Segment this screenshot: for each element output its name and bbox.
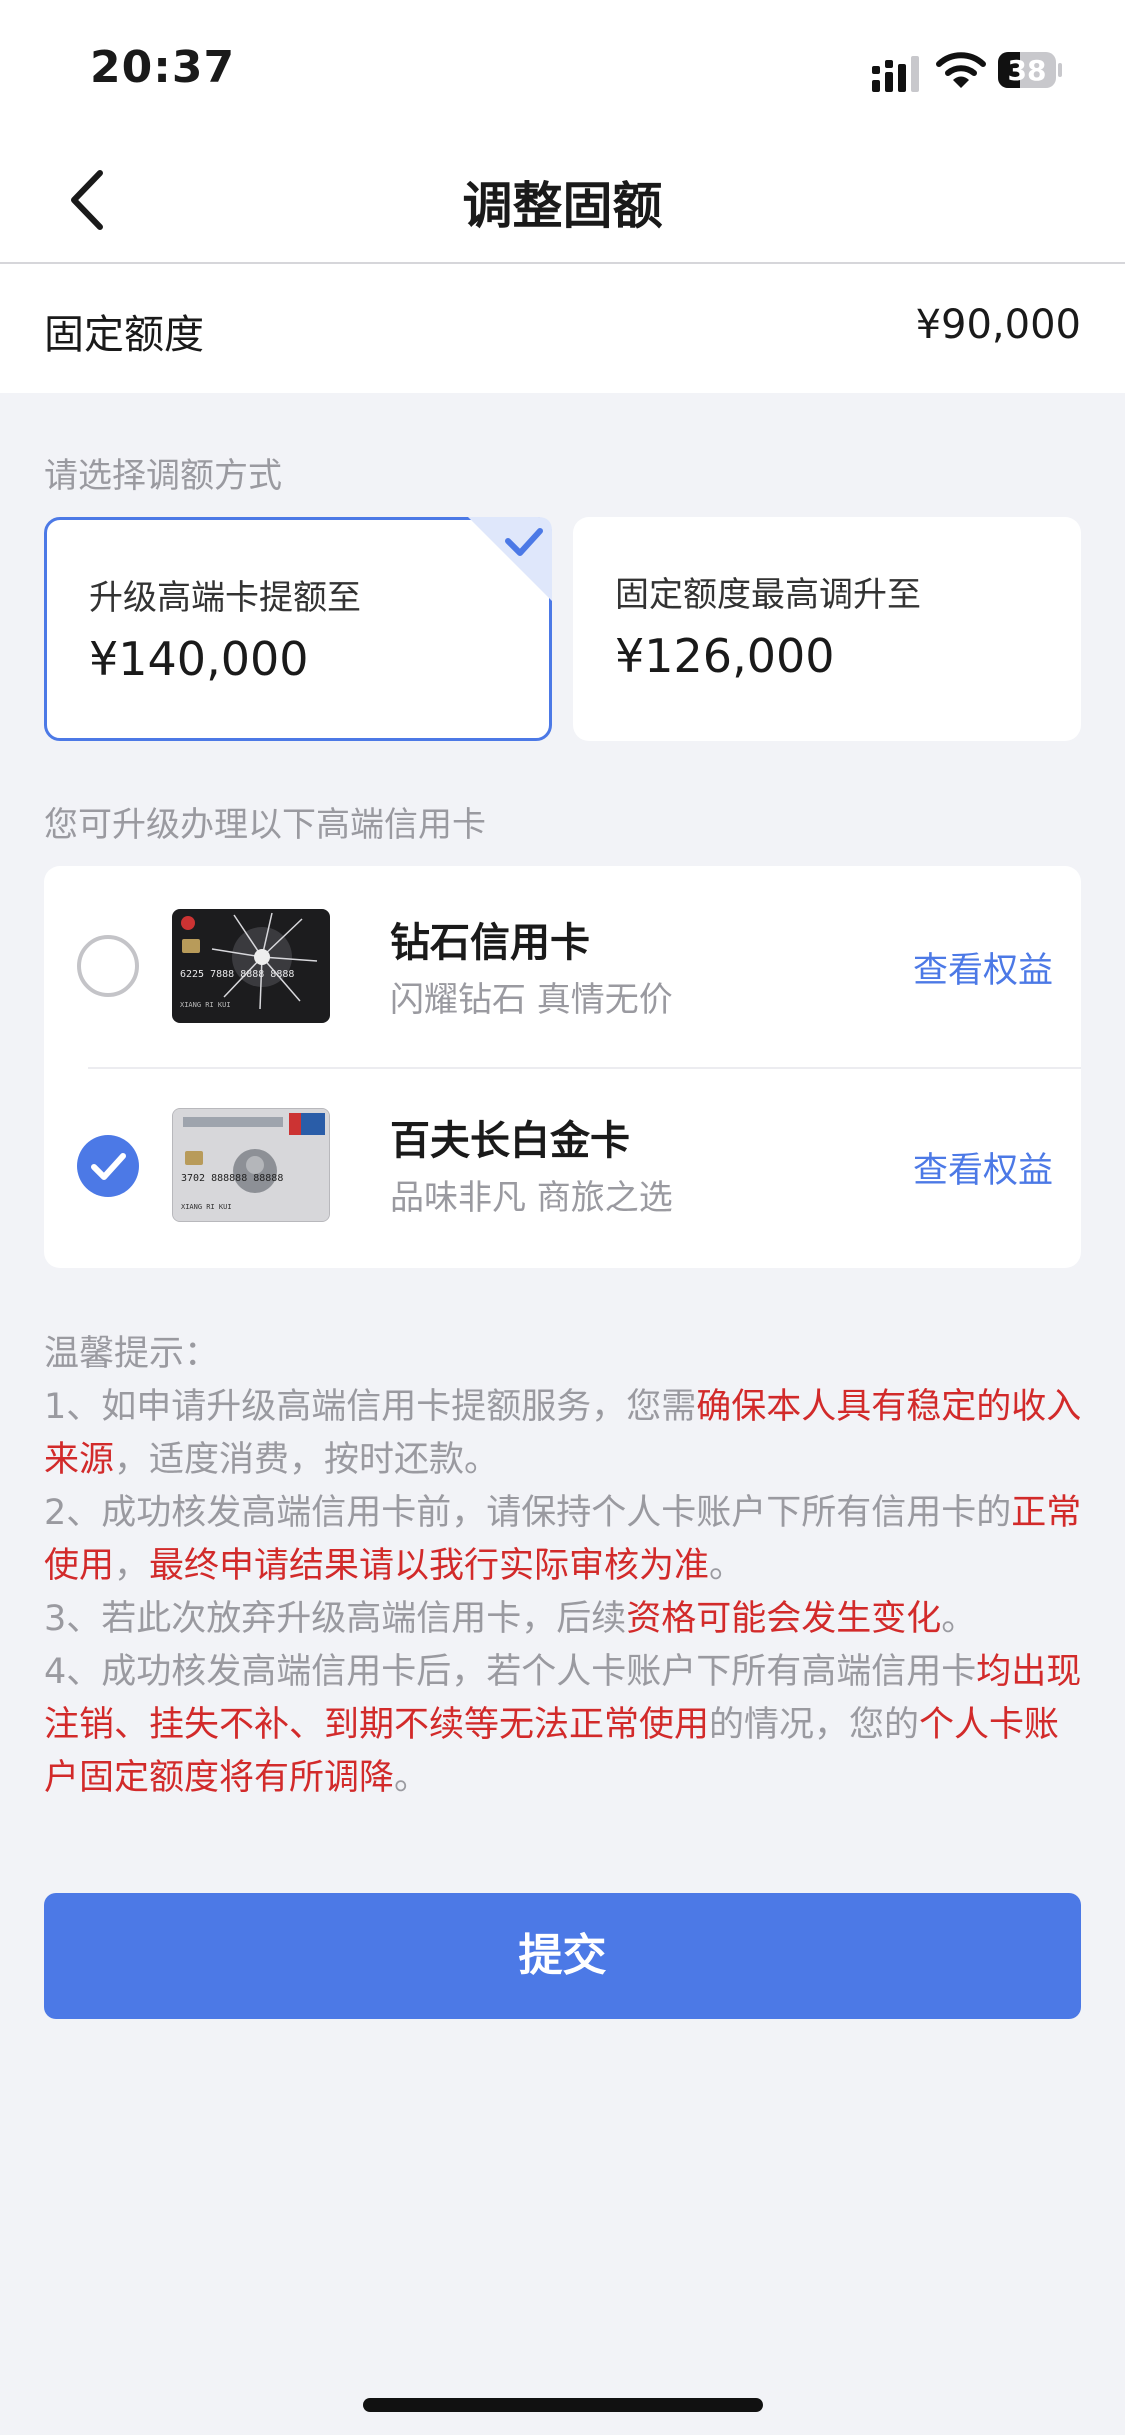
card-number: 3702 888888 88888: [181, 1173, 284, 1184]
card-row-diamond[interactable]: 6225 7888 8888 8888 XIANG RI KUI 钻石信用卡 闪…: [44, 866, 1081, 1066]
option-fixed-raise[interactable]: 固定额度最高调升至 ¥126,000: [573, 517, 1081, 741]
tip-4: 4、成功核发高端信用卡后，若个人卡账户下所有高端信用卡均出现注销、挂失不补、到期…: [44, 1652, 1082, 1798]
card-row-centurion[interactable]: 3702 888888 88888 XIANG RI KUI 百夫长白金卡 品味…: [44, 1068, 1081, 1268]
card-name: 百夫长白金卡: [390, 1118, 630, 1164]
tip-2: 2、成功核发高端信用卡前，请保持个人卡账户下所有信用卡的正常使用，最终申请结果请…: [44, 1493, 1082, 1586]
card-desc: 闪耀钻石 真情无价: [390, 980, 673, 1020]
method-section-label: 请选择调额方式: [44, 456, 282, 496]
radio-unchecked-icon[interactable]: [76, 934, 140, 998]
card-list: 6225 7888 8888 8888 XIANG RI KUI 钻石信用卡 闪…: [44, 866, 1081, 1268]
selected-check-icon: [468, 517, 552, 601]
fixed-limit-value: ¥90,000: [915, 302, 1081, 348]
tips-section: 温馨提示： 1、如申请升级高端信用卡提额服务，您需确保本人具有稳定的收入来源，适…: [44, 1328, 1084, 1805]
status-time: 20:37: [90, 42, 236, 93]
page-title: 调整固额: [462, 177, 663, 235]
battery-icon: 38: [998, 52, 1062, 88]
submit-button[interactable]: 提交: [44, 1893, 1081, 2019]
fixed-limit-label: 固定额度: [44, 312, 204, 358]
centurion-card-image: 3702 888888 88888 XIANG RI KUI: [172, 1108, 330, 1222]
wifi-icon: [936, 52, 986, 88]
view-benefits-link[interactable]: 查看权益: [913, 1142, 1053, 1193]
tips-title: 温馨提示：: [44, 1334, 220, 1374]
option-amount: ¥126,000: [615, 629, 835, 683]
card-desc: 品味非凡 商旅之选: [390, 1178, 673, 1218]
card-number: 6225 7888 8888 8888: [180, 969, 295, 980]
option-amount: ¥140,000: [89, 632, 309, 686]
diamond-card-image: 6225 7888 8888 8888 XIANG RI KUI: [172, 909, 330, 1023]
card-name: 钻石信用卡: [390, 920, 590, 966]
cards-section-label: 您可升级办理以下高端信用卡: [44, 805, 486, 845]
header-area: 20:37 38 调整固额 固定额度 ¥90,000: [0, 0, 1125, 393]
battery-level: 38: [1007, 54, 1047, 87]
tip-1: 1、如申请升级高端信用卡提额服务，您需确保本人具有稳定的收入来源，适度消费，按时…: [44, 1387, 1082, 1480]
tip-3: 3、若此次放弃升级高端信用卡，后续资格可能会发生变化。: [44, 1599, 977, 1639]
view-benefits-link[interactable]: 查看权益: [913, 942, 1053, 993]
cellular-signal-icon: [872, 56, 919, 92]
option-title: 固定额度最高调升至: [615, 575, 921, 615]
card-holder: XIANG RI KUI: [180, 1001, 231, 1009]
option-upgrade-card[interactable]: 升级高端卡提额至 ¥140,000: [44, 517, 552, 741]
option-title: 升级高端卡提额至: [89, 578, 361, 618]
home-indicator: [363, 2398, 763, 2412]
card-holder: XIANG RI KUI: [181, 1203, 232, 1211]
radio-checked-icon[interactable]: [76, 1134, 140, 1198]
nav-divider: [0, 262, 1125, 264]
